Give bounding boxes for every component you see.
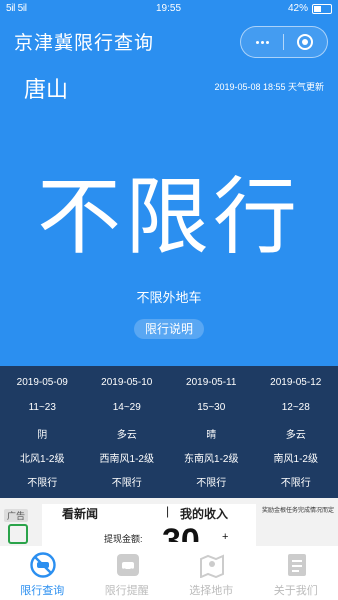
app-header: 京津冀限行查询 [0, 18, 338, 64]
forecast-date: 2019-05-09 [16, 377, 68, 388]
forecast-date: 2019-05-12 [270, 377, 322, 388]
target-dot [302, 39, 308, 45]
forecast-weather: 多云 [285, 430, 306, 441]
forecast-day: 2019-05-12 12~28 多云 南风1-2级 不限行 [254, 366, 338, 498]
restriction-status: 不限行 [36, 170, 301, 264]
no-car-icon [30, 552, 56, 578]
ad-tag[interactable]: 广告 [4, 509, 29, 522]
ad-plus: + [222, 531, 229, 543]
ad-tab-news[interactable]: 看新闻 [62, 505, 98, 522]
tab-restriction-reminder[interactable]: 限行提醒 [85, 546, 170, 600]
ad-banner[interactable]: 广告 奖励金根任务完成情况而定 看新闻 | 我的收入 提现金额: 30 + [0, 498, 338, 546]
tab-label: 限行提醒 [104, 585, 149, 597]
tab-label: 选择地市 [189, 585, 234, 597]
forecast-date: 2019-05-11 [186, 377, 237, 388]
forecast-temp: 12~28 [281, 402, 310, 413]
forecast-limit: 不限行 [27, 478, 58, 489]
forecast-table: 2019-05-09 11~23 阴 北风1-2级 不限行 2019-05-10… [0, 366, 338, 498]
forecast-temp: 11~23 [28, 402, 56, 413]
close-button[interactable] [284, 27, 326, 57]
forecast-wind: 南风1-2级 [273, 454, 318, 465]
signal-indicator: 5il 5il [6, 3, 27, 14]
forecast-limit: 不限行 [111, 478, 142, 489]
tab-restriction-query[interactable]: 限行查询 [0, 546, 85, 600]
tab-label: 限行查询 [20, 585, 65, 597]
forecast-weather: 多云 [116, 430, 137, 441]
forecast-day: 2019-05-11 15~30 晴 东南风1-2级 不限行 [169, 366, 254, 498]
document-icon [287, 554, 306, 576]
forecast-day: 2019-05-09 11~23 阴 北风1-2级 不限行 [0, 366, 85, 498]
status-time: 19:55 [156, 3, 182, 14]
update-time: 2019-05-08 18:55 天气更新 [214, 82, 324, 92]
app-logo-icon [8, 524, 28, 544]
ad-amount-label: 提现金额: [104, 534, 143, 544]
forecast-weather: 阴 [37, 430, 48, 441]
forecast-date: 2019-05-10 [101, 377, 153, 388]
ad-tab-separator: | [166, 504, 170, 518]
forecast-limit: 不限行 [280, 478, 311, 489]
forecast-day: 2019-05-10 14~29 多云 西南风1-2级 不限行 [85, 366, 170, 498]
miniprogram-capsule [240, 26, 328, 58]
ad-amount: 30 [162, 524, 214, 542]
more-button[interactable] [241, 27, 283, 57]
battery-text: 42% [287, 3, 308, 14]
forecast-temp: 14~29 [112, 402, 141, 413]
forecast-limit: 不限行 [196, 478, 227, 489]
forecast-wind: 北风1-2级 [20, 454, 65, 465]
ad-note: 奖励金根任务完成情况而定 [261, 508, 334, 514]
tab-about-us[interactable]: 关于我们 [254, 546, 338, 600]
status-bar: 5il 5il 19:55 42% [0, 0, 338, 18]
tab-label: 关于我们 [273, 585, 318, 597]
tab-select-city[interactable]: 选择地市 [169, 546, 254, 600]
restriction-detail: 不限外地车 [136, 290, 202, 305]
tab-bar: 限行查询 限行提醒 选择地市 关于我们 [0, 546, 338, 600]
map-icon [200, 554, 224, 578]
page-title: 京津冀限行查询 [14, 33, 155, 54]
forecast-wind: 西南风1-2级 [99, 454, 154, 465]
forecast-temp: 15~30 [197, 402, 226, 413]
city-name[interactable]: 唐山 [24, 72, 68, 104]
battery-icon [312, 3, 332, 14]
forecast-wind: 东南风1-2级 [184, 454, 239, 465]
ad-tab-income[interactable]: 我的收入 [180, 505, 228, 522]
forecast-weather: 晴 [206, 430, 217, 441]
rules-button[interactable]: 限行说明 [134, 319, 204, 339]
car-reminder-icon [116, 554, 139, 576]
